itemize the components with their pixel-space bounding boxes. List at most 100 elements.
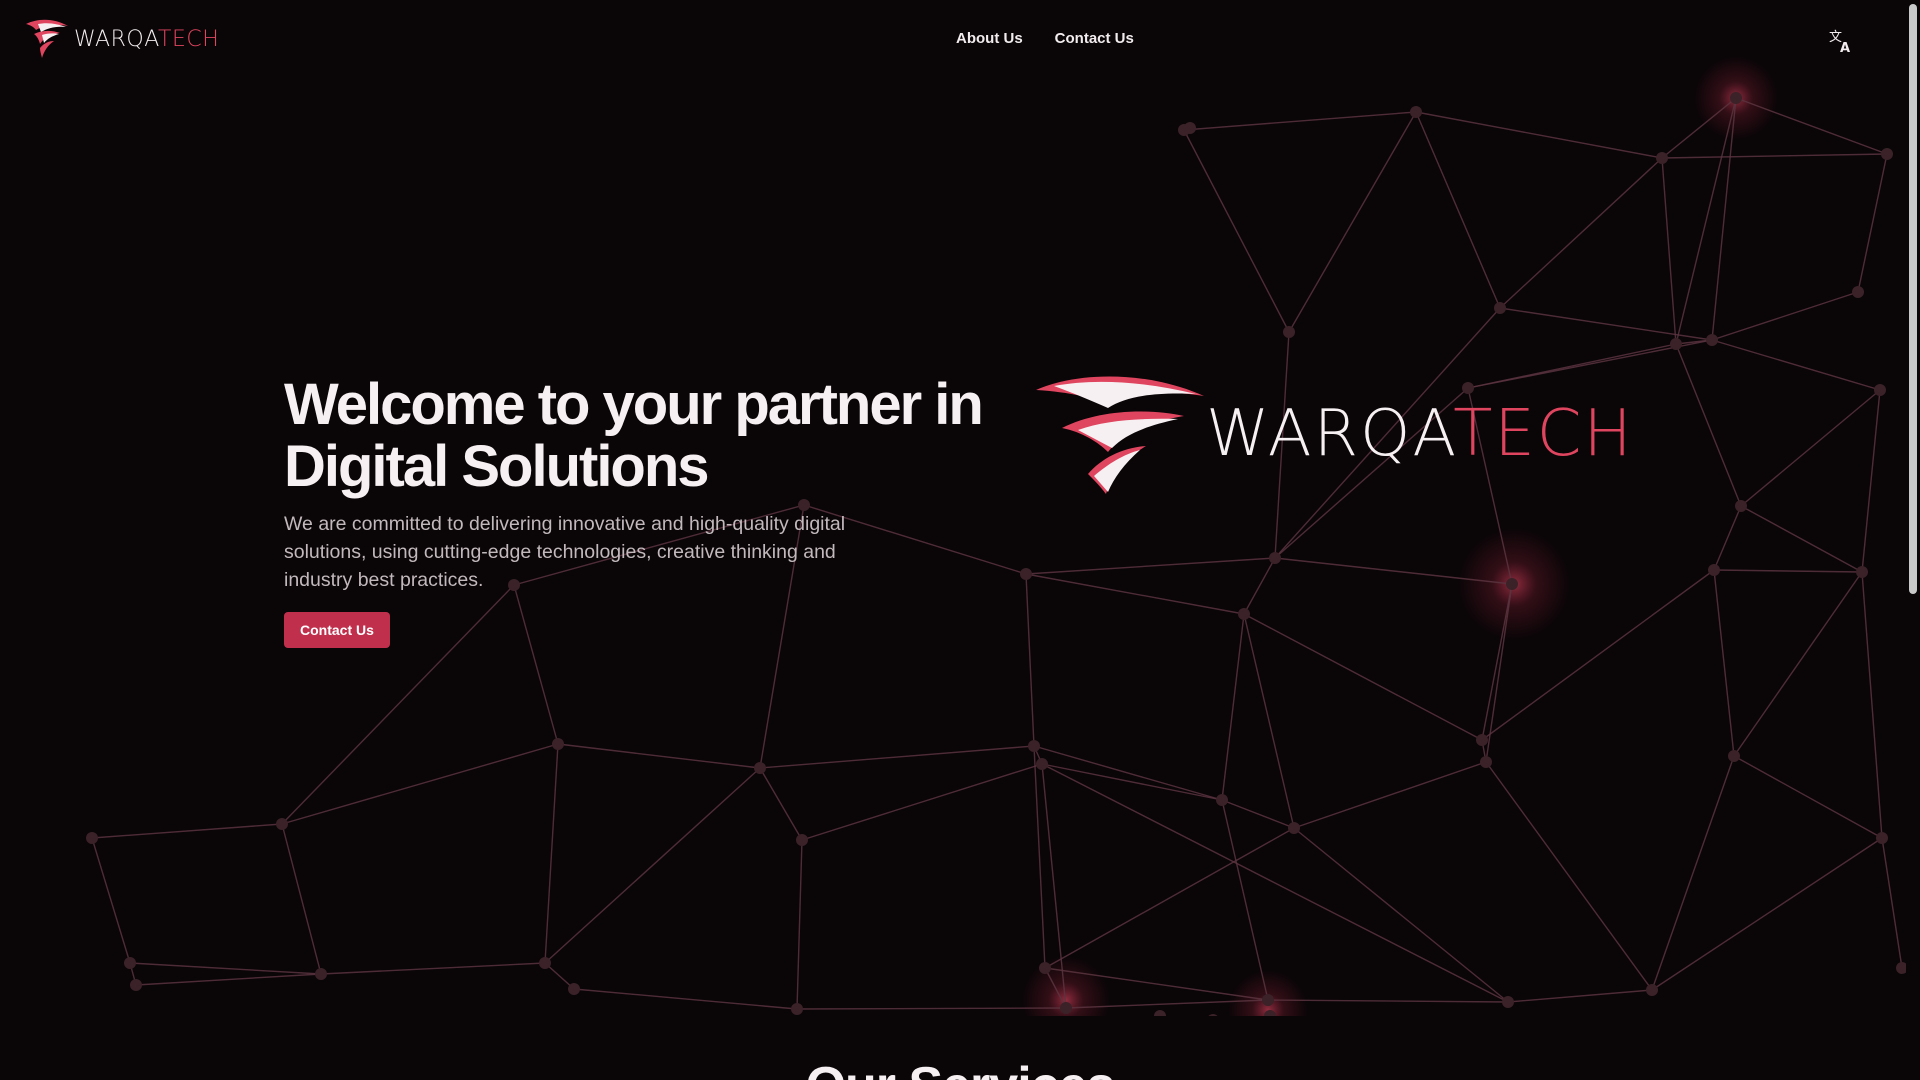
network-node <box>1502 996 1514 1008</box>
network-edge <box>796 1007 1067 1010</box>
network-node <box>1646 984 1658 996</box>
network-edge <box>1183 129 1290 333</box>
network-node <box>1060 1002 1072 1014</box>
hero-content: Welcome to your partner in Digital Solut… <box>284 374 1004 648</box>
hero-logo-wordmark: WARQATECH <box>1206 402 1634 466</box>
network-edge <box>759 745 1035 769</box>
network-node <box>1852 286 1864 298</box>
network-edge <box>1041 763 1223 801</box>
network-edge <box>1711 339 1881 391</box>
network-edge <box>135 973 322 986</box>
network-edge <box>1288 111 1417 333</box>
services-heading: Our Services <box>0 1056 1920 1080</box>
network-node <box>315 968 327 980</box>
network-node <box>1735 500 1747 512</box>
contact-us-button[interactable]: Contact Us <box>284 612 390 648</box>
network-node <box>1036 758 1048 770</box>
network-edge <box>1733 755 1883 839</box>
network-node <box>1184 122 1196 134</box>
network-node <box>552 738 564 750</box>
network-node <box>1262 994 1274 1006</box>
network-edge <box>1499 157 1663 309</box>
page-scrollbar[interactable] <box>1906 0 1920 1080</box>
network-edge <box>1415 111 1663 159</box>
scrollbar-thumb[interactable] <box>1909 4 1917 594</box>
network-node <box>1238 608 1250 620</box>
network-edge <box>1025 573 1245 615</box>
network-edge <box>759 767 803 841</box>
site-header: WARQATECH About Us Contact Us 文 A <box>0 0 1920 80</box>
network-node <box>1506 578 1518 590</box>
brand-logo-link[interactable]: WARQATECH <box>24 18 219 62</box>
network-node <box>1269 552 1281 564</box>
network-edge <box>1221 799 1269 1001</box>
network-node <box>1728 750 1740 762</box>
network-edge <box>1033 745 1223 801</box>
network-node <box>1028 740 1040 752</box>
brand-word-accent: TECH <box>158 27 220 52</box>
network-edge <box>1713 569 1735 757</box>
network-edge <box>1711 291 1859 341</box>
translate-icon: 文 A <box>1829 30 1850 56</box>
network-edge <box>91 823 283 839</box>
hero-logo: WARQATECH <box>1036 372 1632 500</box>
network-edge <box>1675 343 1742 507</box>
network-node <box>1730 92 1742 104</box>
network-edge <box>544 767 761 964</box>
network-edge <box>1740 505 1863 573</box>
network-node <box>1706 334 1718 346</box>
network-edge <box>281 823 322 975</box>
network-glow <box>1228 970 1308 1016</box>
network-node <box>1494 302 1506 314</box>
network-node <box>796 834 808 846</box>
brand-mark-icon <box>26 19 68 58</box>
network-edge <box>1661 157 1677 345</box>
network-node <box>1288 822 1300 834</box>
network-node <box>568 983 580 995</box>
network-node <box>1476 734 1488 746</box>
nav-link-contact-us[interactable]: Contact Us <box>1055 30 1134 47</box>
network-edge <box>1857 153 1888 293</box>
network-edge <box>1713 505 1742 571</box>
network-edge <box>1415 111 1501 309</box>
network-edge <box>796 839 803 1010</box>
network-edge <box>1881 837 1903 969</box>
network-edge <box>1485 761 1653 991</box>
network-node <box>754 762 766 774</box>
network-node <box>539 957 551 969</box>
network-edge <box>1044 827 1295 969</box>
nav-link-about-us[interactable]: About Us <box>956 30 1023 47</box>
network-edge <box>320 962 546 975</box>
network-node <box>1874 384 1886 396</box>
network-edge <box>1041 763 1509 1003</box>
network-node <box>1856 566 1868 578</box>
network-edge <box>1661 153 1888 159</box>
network-node <box>86 832 98 844</box>
hero-logo-mark-icon <box>1036 376 1204 494</box>
network-edge <box>557 743 761 769</box>
network-edge <box>1025 573 1035 747</box>
network-node <box>130 979 142 991</box>
network-edge <box>1025 557 1276 575</box>
network-edge <box>1243 613 1295 829</box>
network-edge <box>1243 613 1483 741</box>
network-edge <box>1861 389 1881 573</box>
network-node <box>791 1003 803 1015</box>
network-edge <box>129 962 322 975</box>
svg-text:A: A <box>1840 41 1850 54</box>
network-edge <box>1713 569 1863 573</box>
network-edge <box>801 763 1043 841</box>
network-edge <box>573 988 798 1010</box>
network-edge <box>1651 755 1735 991</box>
network-node <box>1480 756 1492 768</box>
network-node <box>1039 962 1051 974</box>
network-node <box>1216 794 1228 806</box>
language-toggle-button[interactable]: 文 A <box>1828 28 1854 56</box>
network-edge <box>544 743 559 964</box>
network-edge <box>1293 827 1509 1003</box>
brand-word-primary: WARQA <box>74 27 159 52</box>
network-node <box>1283 326 1295 338</box>
network-node <box>1708 564 1720 576</box>
hero-logo-word-primary: WARQA <box>1206 397 1454 471</box>
network-edge <box>1221 613 1245 801</box>
